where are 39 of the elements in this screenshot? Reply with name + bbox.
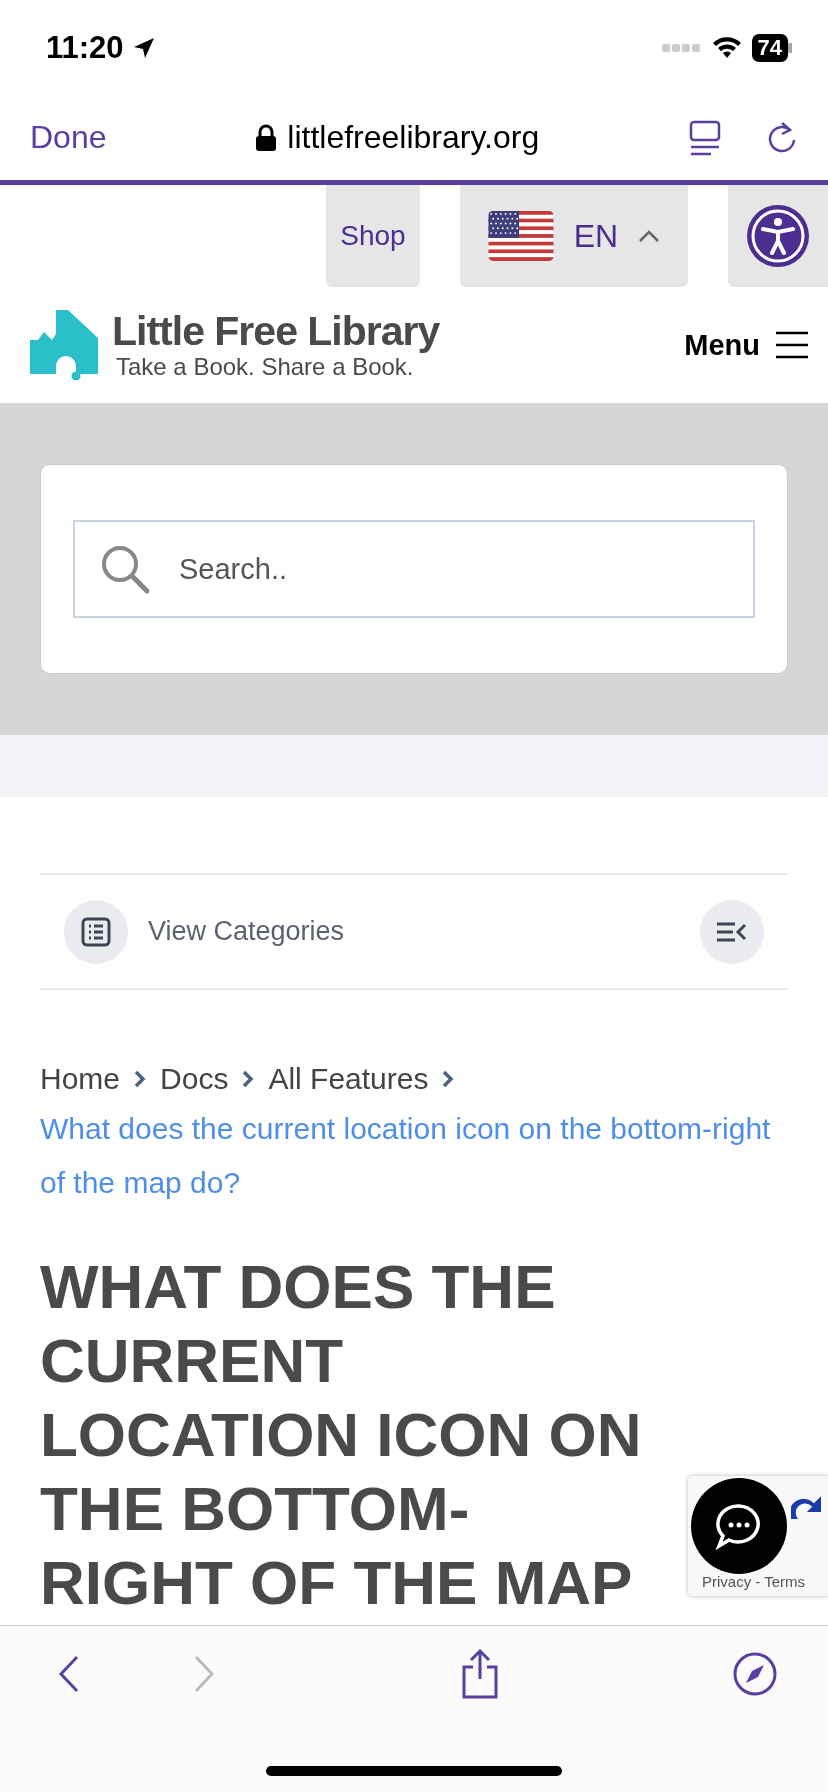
accessibility-button[interactable] (728, 185, 828, 287)
breadcrumb-link[interactable]: All Features (268, 1062, 429, 1096)
back-icon (57, 1654, 81, 1694)
flag-icon (487, 211, 554, 261)
recaptcha-icon (791, 1496, 821, 1521)
forward-icon (192, 1654, 217, 1694)
collapse-list-icon (717, 920, 747, 943)
cellular-signal-icon (661, 42, 702, 53)
done-button[interactable]: Done (30, 119, 107, 156)
article-title-line: RIGHT OF THE MAP (40, 1547, 633, 1619)
view-categories-button[interactable]: View Categories (64, 899, 345, 964)
compass-icon (732, 1651, 778, 1697)
url-text[interactable]: littlefreelibrary.org (287, 119, 540, 156)
article-title-line: WHAT DOES THE (40, 1251, 556, 1323)
chevron-icon (442, 1070, 455, 1088)
house-logo-icon (30, 310, 100, 380)
article-title-line: THE BOTTOM- (40, 1473, 470, 1545)
breadcrumb-link[interactable]: Docs (160, 1062, 229, 1096)
lock-icon (255, 123, 278, 152)
privacy-terms-text[interactable]: Privacy - Terms (702, 1573, 806, 1590)
logo-name: Little Free Library (112, 309, 440, 353)
wifi-icon (711, 35, 742, 60)
article-title-line: LOCATION ICON ON (40, 1399, 642, 1471)
search-field[interactable]: Search.. (73, 520, 755, 618)
menu-button[interactable]: Menu (684, 328, 808, 362)
list-icon (81, 916, 111, 947)
logo-tagline: Take a Book. Share a Book. (116, 353, 415, 381)
language-selector[interactable]: EN (460, 185, 688, 287)
reader-view-icon[interactable] (688, 119, 722, 156)
status-time: 11:20 (46, 29, 124, 66)
article-title-line: CURRENT (40, 1325, 344, 1397)
chevron-icon (134, 1070, 147, 1088)
breadcrumb-link[interactable]: Home (40, 1062, 121, 1096)
shop-button[interactable]: Shop (326, 185, 420, 287)
search-icon (99, 543, 151, 595)
accessibility-icon (745, 203, 811, 269)
chevron-icon (242, 1070, 255, 1088)
caret-icon (638, 229, 661, 243)
menu-icon (776, 331, 808, 359)
